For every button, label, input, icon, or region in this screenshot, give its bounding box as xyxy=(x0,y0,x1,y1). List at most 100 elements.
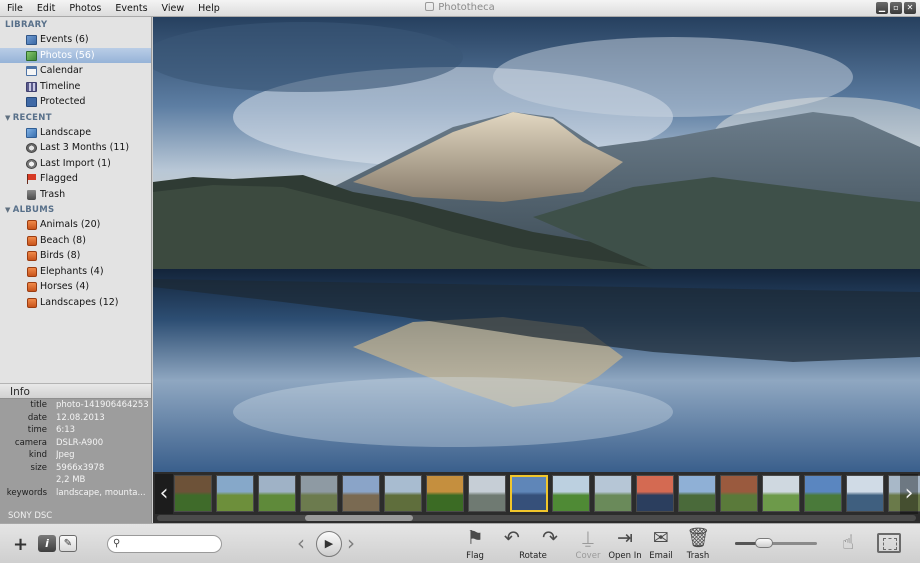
slideshow-play-button[interactable]: ▶ xyxy=(316,531,342,557)
sidebar-item-timeline[interactable]: Timeline xyxy=(0,79,151,95)
timeline-icon xyxy=(26,81,37,92)
albums-header: ALBUMS xyxy=(12,205,55,215)
zoom-slider-knob[interactable] xyxy=(754,538,773,548)
sidebar-item-label: Timeline xyxy=(40,80,81,92)
sidebar-item-photos[interactable]: Photos (56) xyxy=(0,47,151,63)
rotate-label: Rotate xyxy=(519,551,547,561)
album-icon xyxy=(27,251,37,261)
rotate-right-icon: ↷ xyxy=(542,527,558,549)
filmstrip-thumbnail[interactable] xyxy=(384,475,422,512)
filmstrip-thumbnail[interactable] xyxy=(636,475,674,512)
filmstrip-thumbnail[interactable] xyxy=(846,475,884,512)
photo-viewer[interactable] xyxy=(153,17,920,472)
info-key: title xyxy=(30,400,47,410)
info-value: DSLR-A900 xyxy=(56,437,104,448)
import-icon xyxy=(26,158,37,169)
album-icon xyxy=(27,235,37,246)
filmstrip: ‹ › xyxy=(153,472,920,523)
sidebar-item-label: Flagged xyxy=(40,173,78,184)
filmstrip-thumbnail[interactable] xyxy=(720,475,758,512)
search-input[interactable] xyxy=(126,537,218,551)
filmstrip-scrollbar[interactable] xyxy=(157,515,916,521)
filmstrip-thumbnail[interactable] xyxy=(594,475,632,512)
search-box[interactable]: ⚲ xyxy=(107,535,222,553)
fullscreen-button[interactable] xyxy=(877,533,901,553)
sidebar-item-events[interactable]: Events (6) xyxy=(0,32,151,48)
events-icon xyxy=(26,35,37,45)
library-header: LIBRARY xyxy=(5,20,48,30)
filmstrip-thumbnail[interactable] xyxy=(468,475,506,512)
filmstrip-next-button[interactable]: › xyxy=(900,474,918,514)
info-row: title photo-141906464253 xyxy=(0,399,151,412)
flag-button[interactable]: ⚑ Flag xyxy=(452,526,498,561)
hand-pan-button[interactable]: ☝ xyxy=(842,530,854,554)
minimize-button[interactable]: ▁ xyxy=(876,2,888,14)
info-value[interactable]: 12.08.2013 xyxy=(56,412,151,425)
filmstrip-thumbnail[interactable] xyxy=(678,475,716,512)
filmstrip-thumbnail[interactable] xyxy=(804,475,842,512)
filmstrip-thumbnail[interactable] xyxy=(762,475,800,512)
edit-tools-button[interactable]: ✎ xyxy=(59,535,77,552)
photos-icon xyxy=(26,50,37,61)
flag-label: Flag xyxy=(466,551,484,561)
flag-icon: ⚑ xyxy=(466,527,484,549)
info-value[interactable]: landscape, mounta... xyxy=(56,487,151,500)
info-value[interactable]: photo-141906464253 xyxy=(56,399,151,412)
camera-note[interactable]: SONY DSC xyxy=(8,511,52,521)
filmstrip-thumbnail[interactable] xyxy=(216,475,254,512)
main-photo xyxy=(153,17,920,472)
album-icon xyxy=(27,282,37,292)
section-albums[interactable]: ▼ ALBUMS xyxy=(0,202,151,217)
sidebar-item-landscape[interactable]: Landscape xyxy=(0,125,151,141)
clock-icon xyxy=(26,143,37,153)
filmstrip-thumbnail[interactable] xyxy=(426,475,464,512)
app-window: File Edit Photos Events View Help Photot… xyxy=(0,0,920,563)
filmstrip-thumbnail[interactable] xyxy=(342,475,380,512)
sidebar-item-last-import[interactable]: Last Import (1) xyxy=(0,156,151,172)
sidebar-item-protected[interactable]: Protected xyxy=(0,94,151,110)
filmstrip-thumbnail[interactable] xyxy=(552,475,590,512)
filmstrip-thumbnail[interactable] xyxy=(174,475,212,512)
info-value[interactable]: 6:13 xyxy=(56,424,151,437)
rotate-left-button[interactable]: ↶ xyxy=(496,526,528,550)
sidebar-item-birds[interactable]: Birds (8) xyxy=(0,248,151,264)
trash-button[interactable]: 🗑 Trash xyxy=(675,526,721,561)
section-recent[interactable]: ▼ RECENT xyxy=(0,110,151,125)
sidebar-item-elephants[interactable]: Elephants (4) xyxy=(0,264,151,280)
flag-icon xyxy=(26,174,37,184)
maximize-button[interactable]: ▫ xyxy=(890,2,902,14)
info-key: date xyxy=(27,412,47,423)
sidebar-item-animals[interactable]: Animals (20) xyxy=(0,217,151,233)
add-button[interactable]: + xyxy=(13,534,28,555)
sidebar-item-label: Birds (8) xyxy=(40,250,81,261)
sidebar-item-flagged[interactable]: Flagged xyxy=(0,171,151,187)
sidebar-item-beach[interactable]: Beach (8) xyxy=(0,233,151,249)
filmstrip-prev-button[interactable]: ‹ xyxy=(155,474,173,514)
album-icon xyxy=(27,220,37,230)
lock-icon xyxy=(26,97,37,107)
sidebar-item-landscapes[interactable]: Landscapes (12) xyxy=(0,295,151,311)
previous-photo-button[interactable]: ‹ xyxy=(297,531,305,555)
trash-icon: 🗑 xyxy=(685,527,711,549)
bottom-toolbar: + i ✎ ⚲ ‹ ▶ › ⚑ Flag ↶ · Rotate ↷ ⍊ Cove… xyxy=(0,523,920,563)
info-panel: Info title photo-141906464253 date 12.08.2… xyxy=(0,383,152,523)
sidebar-item-trash[interactable]: Trash xyxy=(0,187,151,203)
scrollbar-thumb[interactable] xyxy=(305,515,413,521)
zoom-slider[interactable] xyxy=(735,538,817,548)
sidebar-item-horses[interactable]: Horses (4) xyxy=(0,279,151,295)
recent-header: RECENT xyxy=(12,112,52,123)
sidebar-item-label: Last 3 Months (11) xyxy=(40,142,130,153)
sidebar-item-last-3-months[interactable]: Last 3 Months (11) xyxy=(0,140,151,156)
filmstrip-thumbnail[interactable] xyxy=(300,475,338,512)
next-photo-button[interactable]: › xyxy=(347,531,355,555)
filmstrip-thumbnail[interactable] xyxy=(258,475,296,512)
filmstrip-thumbnail[interactable] xyxy=(510,475,548,512)
info-value: Jpeg xyxy=(56,450,75,460)
info-toggle-button[interactable]: i xyxy=(38,535,56,552)
sidebar-item-calendar[interactable]: Calendar xyxy=(0,63,151,79)
sidebar-item-label: Calendar xyxy=(40,65,83,76)
rotate-right-button[interactable]: ↷ xyxy=(534,526,566,550)
album-icon xyxy=(27,266,37,277)
info-row: size 5966x3978 xyxy=(0,462,151,475)
close-button[interactable]: ✕ xyxy=(904,2,916,14)
